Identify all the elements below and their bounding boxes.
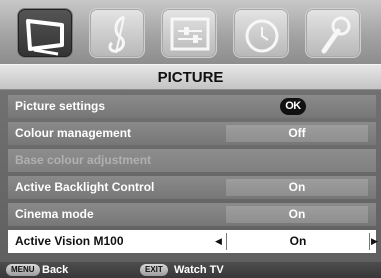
footer-hint-bar: MENU Back EXIT Watch TV xyxy=(0,262,381,278)
menu-item-active-vision-m100[interactable]: Active Vision M100 ◀ On ▶ xyxy=(8,230,378,253)
menu-key-icon: MENU xyxy=(6,264,40,276)
setup-sliders-icon xyxy=(170,17,210,51)
back-hint[interactable]: Back xyxy=(42,262,68,278)
menu-item-label: Cinema mode xyxy=(15,207,94,221)
category-tab-bar xyxy=(0,0,381,64)
menu-item-label: Colour management xyxy=(15,126,132,140)
menu-item-label: Active Backlight Control xyxy=(15,180,155,194)
menu-item-label: Active Vision M100 xyxy=(15,234,124,248)
menu-item-label: Picture settings xyxy=(15,99,106,113)
menu-item-value: On xyxy=(226,206,368,223)
tab-settings[interactable] xyxy=(305,8,361,58)
tv-menu-screen: PICTURE Picture settings OK Colour manag… xyxy=(0,0,381,278)
arrow-right-icon[interactable]: ▶ xyxy=(371,230,378,253)
tab-picture[interactable] xyxy=(17,8,73,58)
menu-item-colour-management[interactable]: Colour management Off xyxy=(8,122,376,145)
page-title: PICTURE xyxy=(0,64,381,90)
menu-item-label: Base colour adjustment xyxy=(15,153,152,167)
tab-timer[interactable] xyxy=(233,8,289,58)
picture-icon xyxy=(26,19,64,56)
tab-sound[interactable] xyxy=(89,8,145,58)
menu-item-value: On xyxy=(226,233,370,250)
wrench-icon xyxy=(321,16,351,54)
menu-item-value: On xyxy=(226,179,368,196)
ok-button-icon: OK xyxy=(280,98,306,115)
sound-note-icon xyxy=(108,15,125,54)
exit-key-icon: EXIT xyxy=(140,264,168,276)
menu-item-base-colour-adjustment: Base colour adjustment xyxy=(8,149,376,172)
watch-tv-hint[interactable]: Watch TV xyxy=(174,262,224,278)
menu-item-value: Off xyxy=(226,125,368,142)
tab-setup[interactable] xyxy=(161,8,217,58)
arrow-left-icon[interactable]: ◀ xyxy=(215,230,222,253)
clock-icon xyxy=(245,19,279,53)
menu-item-cinema-mode[interactable]: Cinema mode On xyxy=(8,203,376,226)
menu-item-active-backlight-control[interactable]: Active Backlight Control On xyxy=(8,176,376,199)
menu-item-picture-settings[interactable]: Picture settings OK xyxy=(8,95,376,118)
